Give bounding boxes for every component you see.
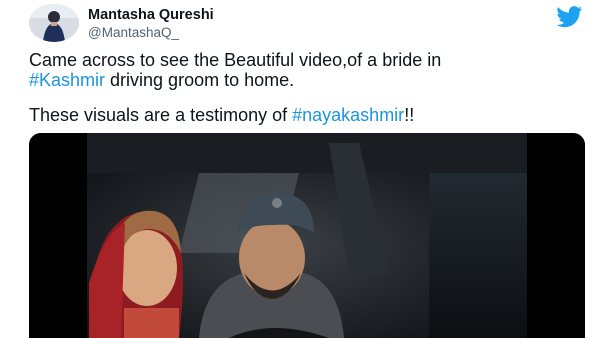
user-handle[interactable]: @MantashaQ_ [88, 25, 179, 40]
tweet-text-line-1: Came across to see the Beautiful video,o… [29, 50, 442, 70]
twitter-bird-icon[interactable] [556, 6, 583, 28]
tweet-text-line-3-start: These visuals are a testimony of [29, 105, 293, 125]
hashtag-nayakashmir[interactable]: #nayakashmir [292, 105, 404, 125]
video-frame [29, 133, 585, 338]
display-name[interactable]: Mantasha Qureshi [88, 7, 214, 23]
avatar-photo [29, 4, 79, 42]
avatar[interactable] [29, 4, 79, 42]
hashtag-kashmir[interactable]: #Kashmir [29, 70, 105, 90]
tweet-text-line-3: These visuals are a testimony of #nayaka… [29, 105, 414, 126]
video-player[interactable] [29, 133, 585, 338]
tweet-text-line-2-rest: driving groom to home. [105, 70, 295, 90]
tweet-text-line-2: #Kashmir driving groom to home. [29, 70, 294, 91]
tweet-text-line-3-end: !! [404, 105, 415, 125]
